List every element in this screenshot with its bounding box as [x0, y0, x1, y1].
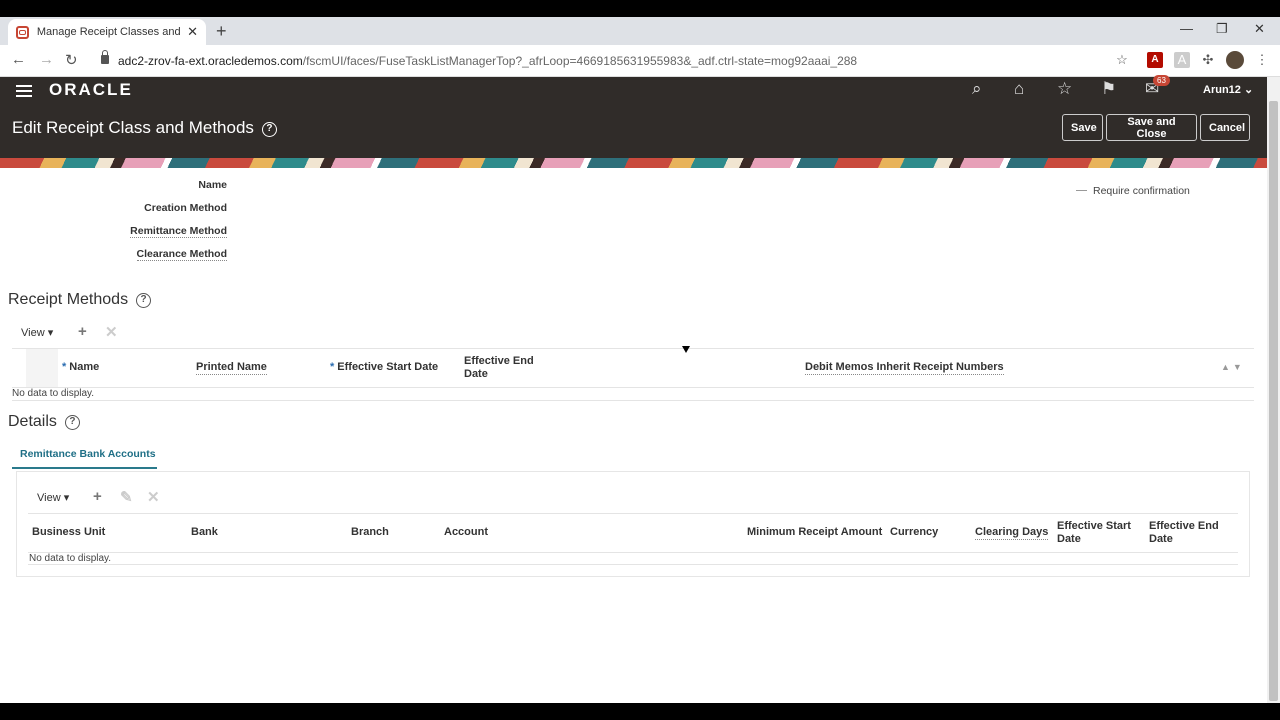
- column-label: Name: [69, 361, 100, 373]
- save-and-close-button[interactable]: Save and Close: [1106, 114, 1197, 141]
- notification-badge: 63: [1153, 75, 1170, 86]
- reload-icon[interactable]: ↻: [65, 51, 78, 69]
- creation-method-label: Creation Method: [144, 202, 227, 214]
- column-header-currency[interactable]: Currency: [890, 526, 938, 539]
- column-header-effective-end-date[interactable]: Effective End Date: [464, 355, 544, 381]
- close-tab-icon[interactable]: ✕: [187, 24, 198, 40]
- column-header-effective-end-date[interactable]: Effective End Date: [1149, 520, 1225, 546]
- close-window-icon[interactable]: ✕: [1254, 21, 1265, 37]
- column-header-name[interactable]: * Name: [62, 361, 99, 374]
- home-icon[interactable]: ⌂: [1014, 79, 1024, 99]
- url-host: adc2-zrov-fa-ext.oracledemos.com: [118, 54, 303, 68]
- name-label: Name: [198, 179, 227, 191]
- view-menu[interactable]: View ▾: [37, 491, 69, 504]
- menu-dots-icon[interactable]: ⋮: [1254, 52, 1270, 68]
- help-icon[interactable]: ?: [136, 293, 152, 308]
- divider: [28, 552, 1238, 553]
- column-header-effective-start-date[interactable]: * Effective Start Date: [330, 361, 438, 374]
- bookmark-star-icon[interactable]: ☆: [1114, 52, 1130, 68]
- clearance-method-label: Clearance Method: [136, 248, 227, 261]
- column-header-effective-start-date[interactable]: Effective Start Date: [1057, 520, 1139, 546]
- browser-window: Manage Receipt Classes and Methods ✕ + —…: [0, 17, 1280, 703]
- oracle-favicon-icon: [16, 25, 29, 39]
- decorative-banner: [0, 158, 1267, 168]
- vertical-scrollbar[interactable]: [1267, 77, 1280, 703]
- column-label: Effective Start Date: [337, 361, 439, 373]
- view-label: View: [21, 327, 45, 339]
- scrollbar-thumb[interactable]: [1269, 101, 1278, 701]
- browser-tab[interactable]: Manage Receipt Classes and Methods ✕: [8, 19, 206, 45]
- address-bar: ← → ↻ adc2-zrov-fa-ext.oracledemos.com/f…: [0, 45, 1280, 77]
- empty-message: No data to display.: [12, 388, 95, 399]
- column-header-business-unit[interactable]: Business Unit: [32, 526, 105, 539]
- required-marker: *: [62, 361, 67, 373]
- delete-icon[interactable]: ✕: [105, 323, 118, 341]
- new-tab-icon[interactable]: +: [216, 21, 227, 42]
- puzzle-icon[interactable]: ✣: [1200, 52, 1216, 68]
- tab-title: Manage Receipt Classes and Methods: [36, 26, 181, 38]
- chevron-down-icon: ⌄: [1243, 84, 1254, 96]
- tab-strip: Manage Receipt Classes and Methods ✕ + —…: [0, 17, 1280, 45]
- column-header-branch[interactable]: Branch: [351, 526, 389, 539]
- maximize-icon[interactable]: ❐: [1216, 21, 1228, 37]
- profile-avatar[interactable]: [1226, 51, 1244, 69]
- minimize-icon[interactable]: —: [1180, 21, 1193, 36]
- oracle-header: ORACLE ⌕ ⌂ ☆ ⚑ ✉ 63 Arun12 ⌄ Edit Receip…: [0, 75, 1267, 168]
- oracle-logo: ORACLE: [49, 80, 133, 99]
- user-menu[interactable]: Arun12 ⌄: [1203, 83, 1253, 96]
- require-confirmation-label: Require confirmation: [1093, 185, 1190, 197]
- caret-down-icon: ▾: [63, 492, 70, 504]
- delete-icon[interactable]: ✕: [147, 488, 160, 506]
- help-icon[interactable]: ?: [261, 122, 277, 137]
- row-selector-column: [26, 349, 58, 387]
- url-path: /fscmUI/faces/FuseTaskListManagerTop?_af…: [302, 54, 858, 68]
- forward-icon[interactable]: →: [39, 51, 54, 68]
- help-icon[interactable]: ?: [64, 415, 80, 430]
- main-content: Name Creation Method Remittance Method C…: [0, 168, 1267, 703]
- column-header-minimum-receipt-amount[interactable]: Minimum Receipt Amount: [747, 526, 882, 539]
- column-header-debit-memos[interactable]: Debit Memos Inherit Receipt Numbers: [805, 361, 1004, 375]
- view-menu[interactable]: View ▾: [21, 326, 53, 339]
- column-header-clearing-days[interactable]: Clearing Days: [975, 526, 1049, 540]
- require-confirmation-indicator: [1076, 190, 1087, 191]
- remittance-method-label: Remittance Method: [130, 225, 227, 238]
- column-header-bank[interactable]: Bank: [191, 526, 218, 539]
- divider: [12, 348, 1254, 349]
- search-icon[interactable]: ⌕: [972, 79, 982, 99]
- caret-down-icon: ▾: [47, 327, 54, 339]
- cancel-button[interactable]: Cancel: [1200, 114, 1250, 141]
- mouse-cursor-icon: [682, 346, 690, 353]
- extension-icon[interactable]: A: [1174, 52, 1190, 68]
- receipt-methods-title: Receipt Methods: [8, 291, 129, 308]
- lock-icon: [101, 50, 109, 64]
- details-heading: Details?: [8, 413, 80, 431]
- receipt-methods-heading: Receipt Methods?: [8, 291, 152, 309]
- watchlist-flag-icon[interactable]: ⚑: [1101, 79, 1116, 99]
- edit-pencil-icon[interactable]: ✎: [120, 488, 133, 506]
- favorites-star-icon[interactable]: ☆: [1057, 79, 1072, 99]
- divider: [12, 387, 1254, 388]
- divider: [28, 564, 1238, 565]
- page-title: Edit Receipt Class and Methods?: [12, 118, 277, 138]
- divider: [28, 513, 1238, 514]
- sort-arrows-icon[interactable]: ▲▼: [1221, 362, 1245, 372]
- required-marker: *: [330, 361, 335, 373]
- details-title: Details: [8, 413, 57, 430]
- require-confirmation: Require confirmation: [1076, 185, 1190, 197]
- pdf-extension-icon[interactable]: A: [1147, 52, 1163, 68]
- user-name: Arun12: [1203, 84, 1241, 96]
- column-header-account[interactable]: Account: [444, 526, 488, 539]
- tab-remittance-bank-accounts[interactable]: Remittance Bank Accounts: [12, 439, 157, 469]
- back-icon[interactable]: ←: [11, 51, 26, 68]
- save-button[interactable]: Save: [1062, 114, 1103, 141]
- view-label: View: [37, 492, 61, 504]
- add-icon[interactable]: +: [93, 488, 102, 505]
- hamburger-menu-icon[interactable]: [16, 85, 32, 97]
- add-icon[interactable]: +: [78, 323, 87, 340]
- divider: [12, 400, 1254, 401]
- column-header-printed-name[interactable]: Printed Name: [196, 361, 267, 375]
- empty-message: No data to display.: [29, 553, 112, 564]
- page-title-text: Edit Receipt Class and Methods: [12, 118, 254, 137]
- url-field[interactable]: adc2-zrov-fa-ext.oracledemos.com/fscmUI/…: [118, 54, 857, 68]
